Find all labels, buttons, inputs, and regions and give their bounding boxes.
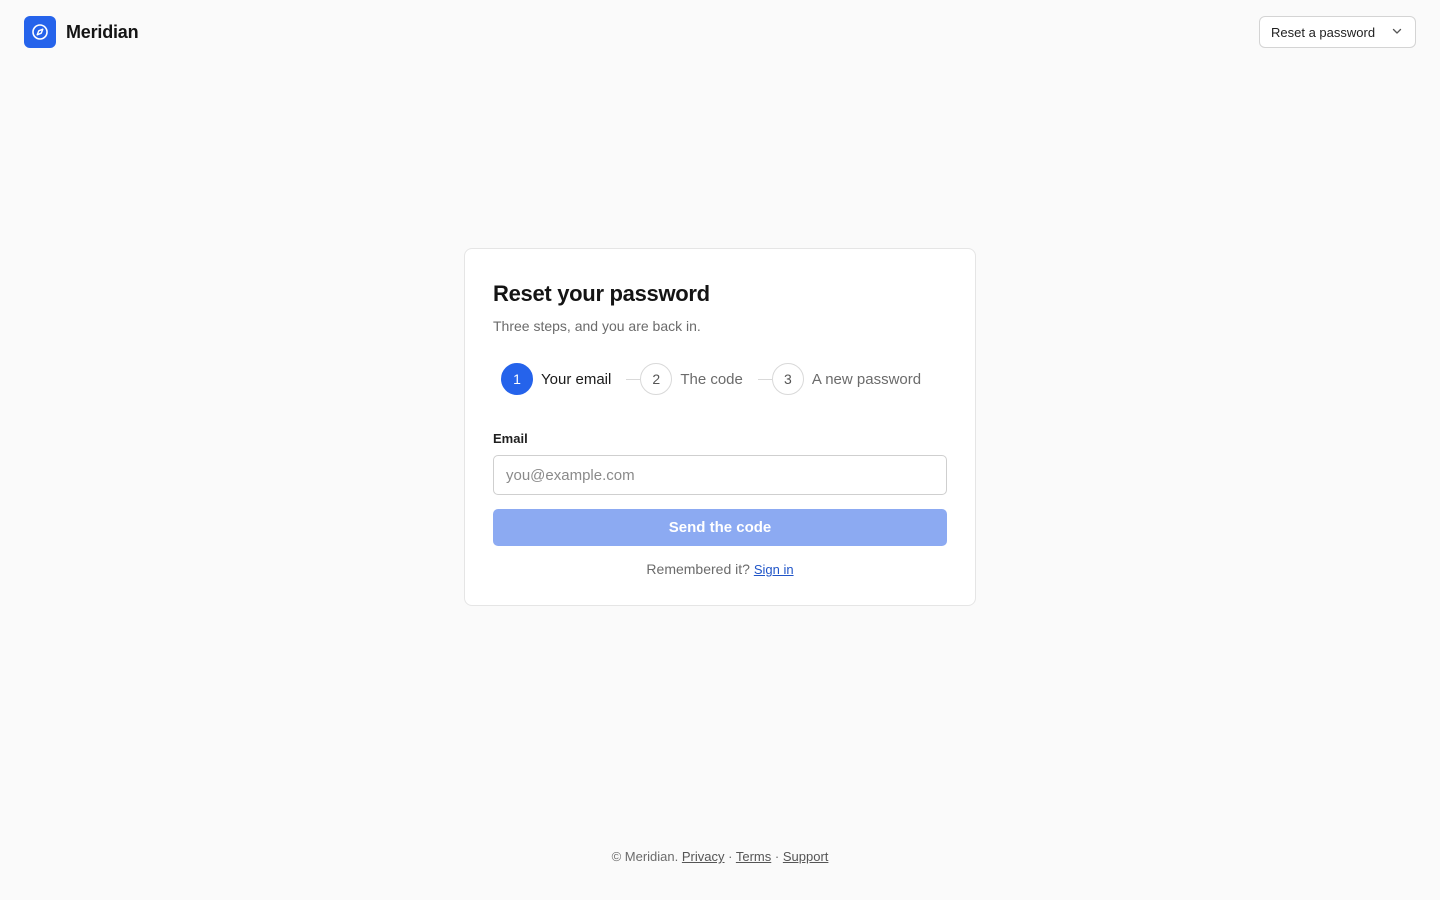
footer: © Meridian. Privacy · Terms · Support [0,849,1440,864]
reset-password-card: Reset your password Three steps, and you… [464,248,976,606]
step-email: 1 Your email [501,363,611,395]
remember-row: Remembered it? Sign in [493,561,947,577]
step-number: 2 [640,363,673,395]
card-title: Reset your password [493,281,710,306]
step-number: 3 [771,363,804,395]
brand[interactable]: Meridian [24,16,139,48]
sign-in-link[interactable]: Sign in [754,562,794,577]
step-new-password: 3 A new password [771,363,922,395]
send-code-button[interactable]: Send the code [493,509,947,546]
footer-separator: · [774,849,780,864]
stepper: 1 Your email 2 The code 3 A new password [493,363,947,395]
flow-select[interactable]: Reset a password [1259,16,1416,48]
step-number: 1 [501,363,533,395]
email-label: Email [493,431,528,446]
remember-text: Remembered it? [646,561,750,577]
step-label: A new password [811,370,922,388]
top-bar: Meridian Reset a password [0,0,1440,64]
step-code: 2 The code [640,363,743,395]
step-label: Your email [541,370,612,388]
step-connector [626,378,641,380]
flow-select-value: Reset a password [1271,24,1376,40]
step-label: The code [680,370,743,388]
footer-separator: · [728,849,733,864]
privacy-link[interactable]: Privacy [682,849,725,864]
email-input[interactable] [493,455,947,495]
chevron-down-icon [1391,25,1403,40]
step-connector [757,378,772,380]
compass-icon [24,16,56,48]
card-subtitle: Three steps, and you are back in. [493,318,701,334]
footer-copyright: © Meridian. [611,849,679,864]
brand-name: Meridian [66,21,139,42]
page: Meridian Reset a password Reset your pas… [0,0,1440,900]
terms-link[interactable]: Terms [736,849,771,864]
support-link[interactable]: Support [783,849,829,864]
